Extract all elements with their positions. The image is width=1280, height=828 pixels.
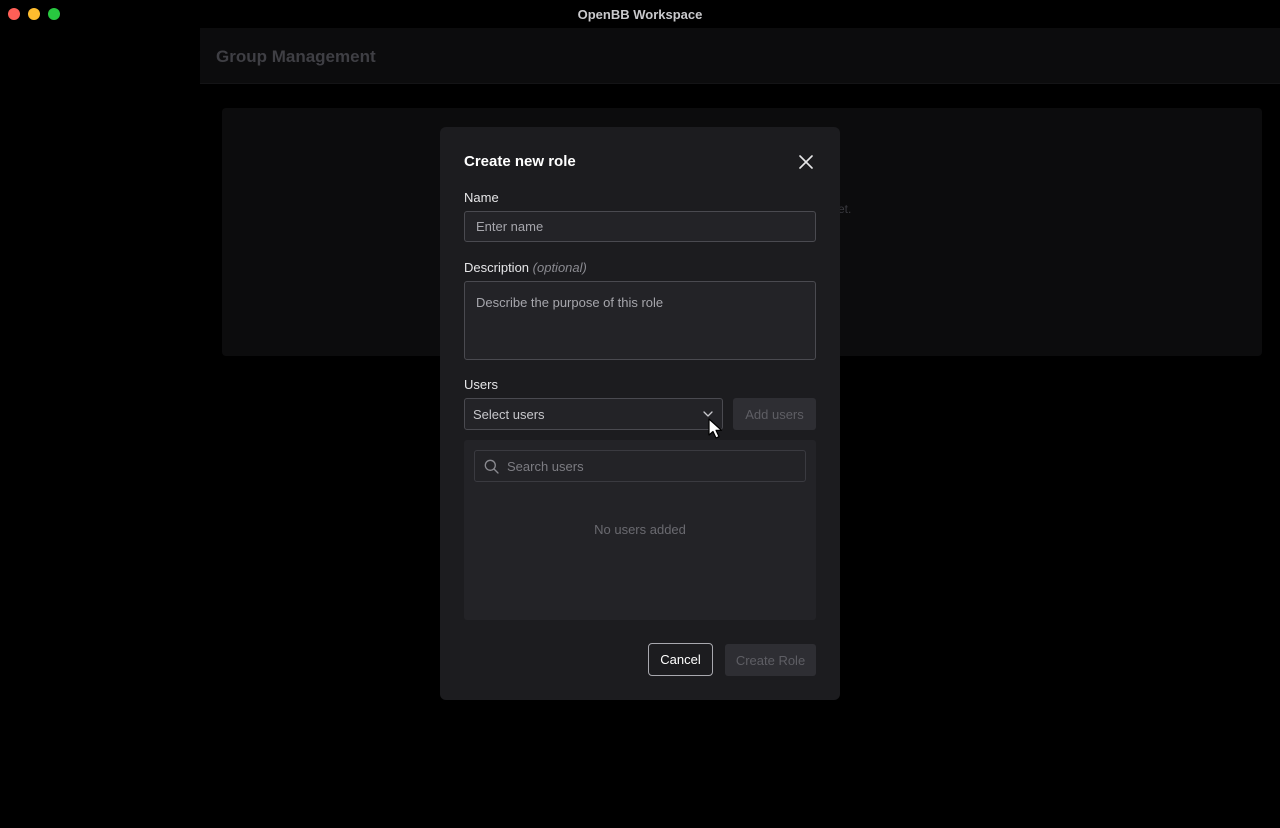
create-role-dialog: Create new role Name Description (option…: [440, 127, 840, 700]
create-role-button[interactable]: Create Role: [725, 644, 816, 676]
dialog-title: Create new role: [464, 153, 576, 170]
users-select-value: Select users: [473, 406, 545, 422]
page-header: Group Management: [200, 28, 1280, 84]
app-window: OpenBB Workspace Group Management et. Cr…: [0, 0, 1280, 828]
description-label: Description (optional): [464, 260, 587, 275]
users-select[interactable]: Select users: [464, 398, 723, 430]
users-panel: No users added: [464, 440, 816, 620]
search-users-input[interactable]: [499, 451, 805, 481]
add-users-button[interactable]: Add users: [733, 398, 816, 430]
close-dialog-button[interactable]: [794, 151, 818, 173]
search-box[interactable]: [474, 450, 806, 482]
name-input[interactable]: [464, 211, 816, 242]
users-label: Users: [464, 377, 498, 392]
description-label-text: Description: [464, 260, 530, 275]
page-card-text: et.: [838, 202, 852, 216]
name-label: Name: [464, 190, 499, 205]
page-title: Group Management: [216, 47, 376, 66]
window-title: OpenBB Workspace: [577, 7, 703, 22]
search-icon: [483, 458, 499, 474]
cancel-button[interactable]: Cancel: [648, 643, 713, 676]
description-input[interactable]: [464, 281, 816, 360]
mouse-pointer-icon: [708, 418, 723, 439]
optional-hint: (optional): [532, 260, 587, 275]
title-bar: OpenBB Workspace: [0, 0, 1280, 28]
empty-state-text: No users added: [594, 522, 686, 537]
close-icon: [799, 155, 813, 169]
